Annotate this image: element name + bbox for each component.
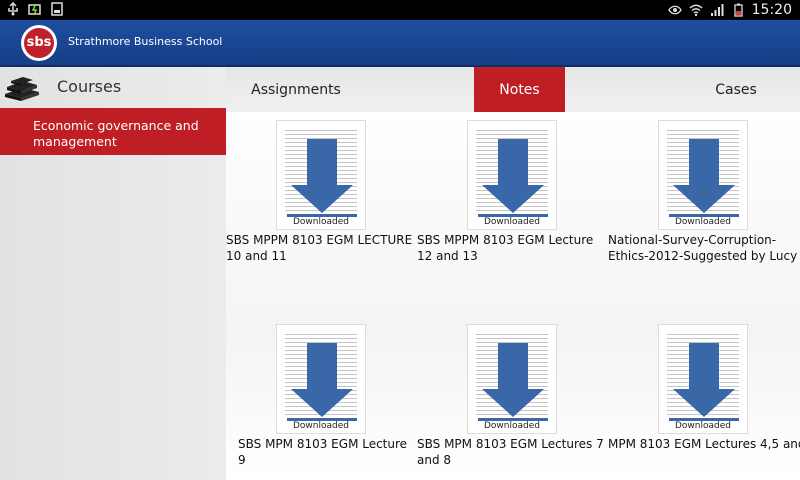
document-title: MPM 8103 EGM Lectures 4,5 and 6	[608, 437, 800, 451]
download-arrow-icon	[478, 343, 548, 421]
download-status: Downloaded	[659, 217, 747, 227]
download-arrow-icon	[287, 139, 357, 217]
tab-notes[interactable]: Notes	[474, 67, 565, 112]
document-title: SBS MPPM 8103 EGM Lecture 12 and 13	[417, 233, 594, 263]
notes-grid: Downloaded SBS MPPM 8103 EGM LECTURE 10 …	[226, 112, 800, 480]
eye-icon	[667, 5, 682, 15]
download-arrow-icon	[478, 139, 548, 217]
document-thumbnail[interactable]: Downloaded	[467, 324, 557, 434]
tab-label: Assignments	[251, 81, 341, 98]
tab-assignments[interactable]: Assignments	[226, 67, 366, 112]
sidebar-item-label: Economic governance and management	[33, 118, 199, 149]
app-header: sbs Strathmore Business School	[0, 20, 800, 67]
document-thumbnail[interactable]: Downloaded	[658, 120, 748, 230]
download-status: Downloaded	[468, 217, 556, 227]
download-arrow-icon	[669, 343, 739, 421]
download-arrow-icon	[669, 139, 739, 217]
school-logo[interactable]: sbs	[21, 25, 57, 61]
download-status: Downloaded	[277, 217, 365, 227]
sidebar-header: Courses	[0, 67, 226, 107]
document-title: SBS MPM 8103 EGM Lecture 9	[238, 437, 408, 467]
document-thumbnail[interactable]: Downloaded	[276, 324, 366, 434]
storage-icon	[51, 2, 63, 16]
wifi-icon	[689, 4, 703, 17]
document-thumbnail[interactable]: Downloaded	[276, 120, 366, 230]
battery-icon	[733, 3, 743, 17]
tab-label: Notes	[499, 81, 540, 98]
document-title: SBS MPM 8103 EGM Lectures 7 and 8	[417, 437, 604, 467]
app-title: Strathmore Business School	[68, 35, 223, 48]
sidebar: Courses Economic governance and manageme…	[0, 67, 226, 480]
sidebar-item-economic-governance[interactable]: Economic governance and management	[0, 108, 226, 155]
courses-heading: Courses	[57, 77, 122, 96]
clock: 15:20	[751, 2, 792, 18]
document-title: National-Survey-Corruption-Ethics-2012-S…	[608, 233, 798, 263]
system-status-bar: 15:20	[0, 0, 800, 20]
signal-icon	[710, 4, 724, 16]
download-arrow-icon	[287, 343, 357, 421]
tab-label: Cases	[715, 81, 757, 98]
document-thumbnail[interactable]: Downloaded	[658, 324, 748, 434]
document-thumbnail[interactable]: Downloaded	[467, 120, 557, 230]
tab-bar: Assignments Notes Cases	[226, 67, 800, 112]
usb-icon	[8, 2, 18, 16]
logo-text: sbs	[24, 28, 54, 58]
battery-charge-icon	[28, 3, 41, 16]
tab-cases[interactable]: Cases	[694, 67, 778, 112]
download-status: Downloaded	[659, 421, 747, 431]
download-status: Downloaded	[468, 421, 556, 431]
document-title: SBS MPPM 8103 EGM LECTURE 10 and 11	[226, 233, 413, 263]
download-status: Downloaded	[277, 421, 365, 431]
books-icon	[5, 77, 39, 101]
